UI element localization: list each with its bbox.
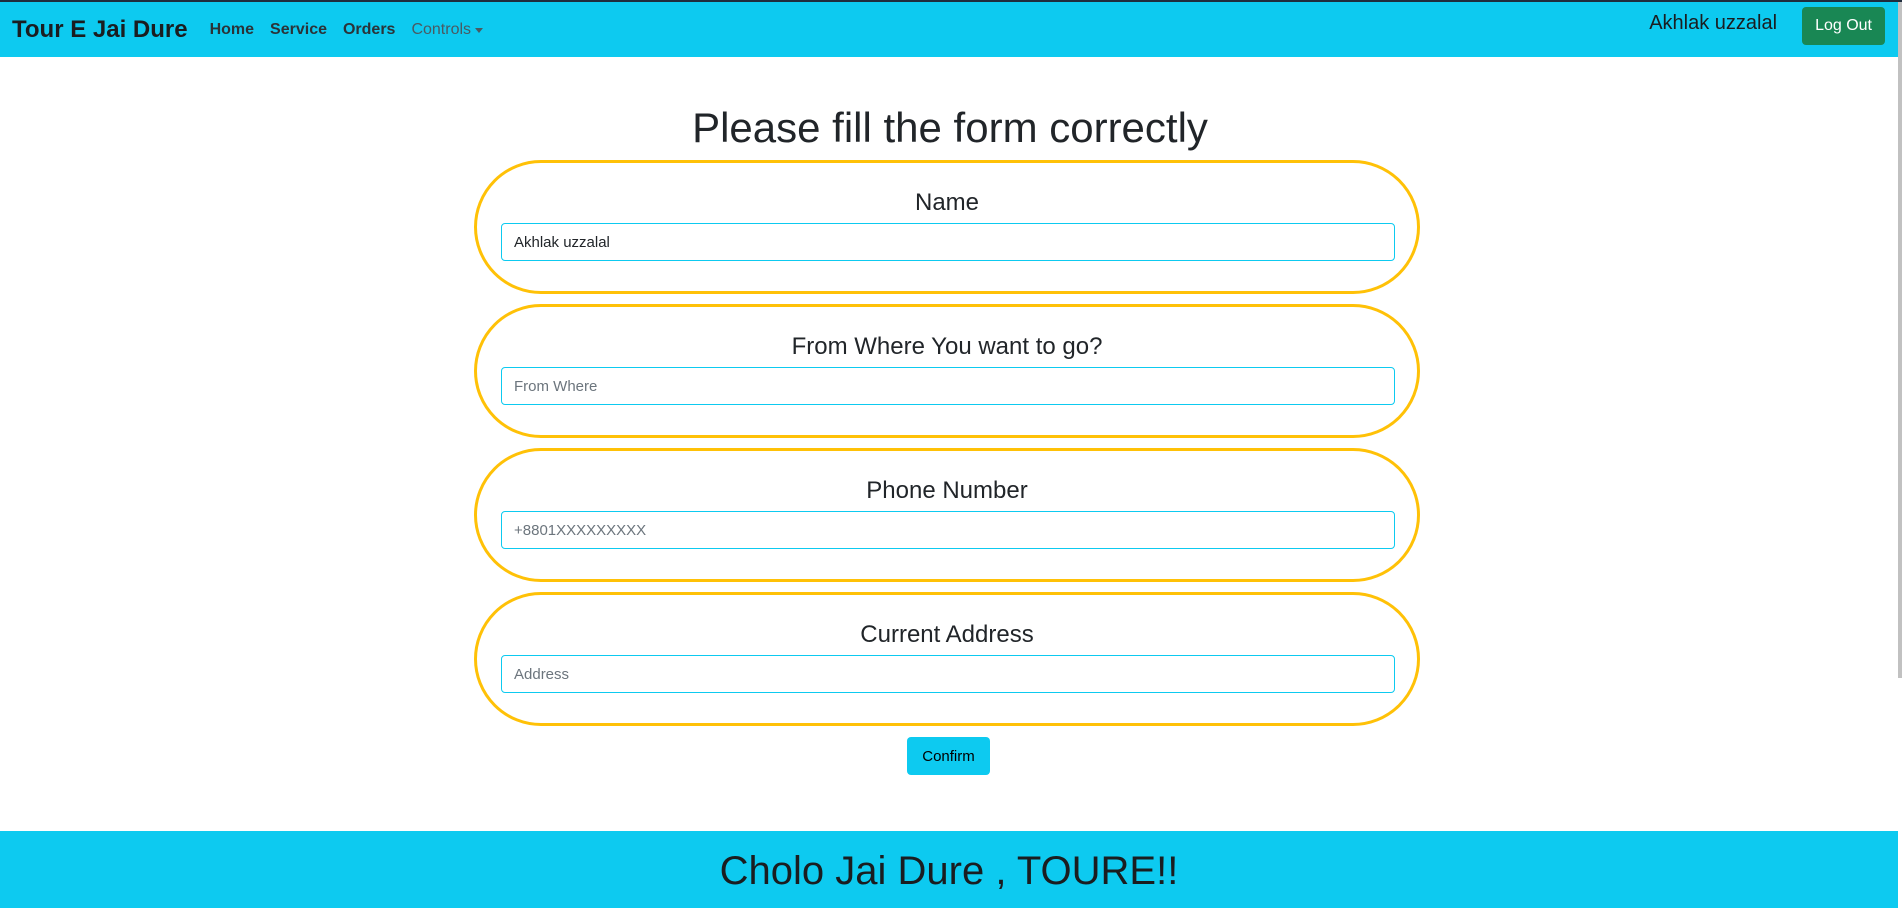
address-input[interactable] <box>501 655 1395 693</box>
caret-down-icon <box>475 28 484 33</box>
from-where-input[interactable] <box>501 367 1395 405</box>
field-phone: Phone Number <box>474 448 1420 582</box>
footer-text: Cholo Jai Dure , TOURE!! <box>719 849 1179 893</box>
nav-dropdown-label: Controls <box>411 20 472 38</box>
nav-link-service[interactable]: Service <box>270 21 327 39</box>
field-name: Name <box>474 160 1420 294</box>
field-address: Current Address <box>474 592 1420 726</box>
page-title: Please fill the form correctly <box>692 104 1208 151</box>
phone-input[interactable] <box>501 511 1395 549</box>
name-input[interactable] <box>501 223 1395 261</box>
nav-link-home[interactable]: Home <box>210 21 254 39</box>
field-from-where: From Where You want to go? <box>474 304 1420 438</box>
field-label-name: Name <box>914 189 980 216</box>
field-label-from-where: From Where You want to go? <box>791 333 1103 360</box>
logout-button[interactable]: Log Out <box>1802 7 1885 45</box>
footer: Cholo Jai Dure , TOURE!! <box>0 831 1898 908</box>
navbar: Tour E Jai Dure Home Service Orders Cont… <box>0 2 1898 57</box>
page: Tour E Jai Dure Home Service Orders Cont… <box>0 0 1902 908</box>
confirm-button[interactable]: Confirm <box>907 737 990 775</box>
user-name: Akhlak uzzalal <box>1649 11 1778 34</box>
nav-user-area: Akhlak uzzalal Log Out <box>1649 7 1885 45</box>
brand-logo[interactable]: Tour E Jai Dure <box>12 16 188 44</box>
field-label-phone: Phone Number <box>866 477 1028 504</box>
field-label-address: Current Address <box>860 621 1034 648</box>
nav-dropdown-controls[interactable]: Controls <box>411 20 484 39</box>
nav-link-orders[interactable]: Orders <box>343 21 395 39</box>
